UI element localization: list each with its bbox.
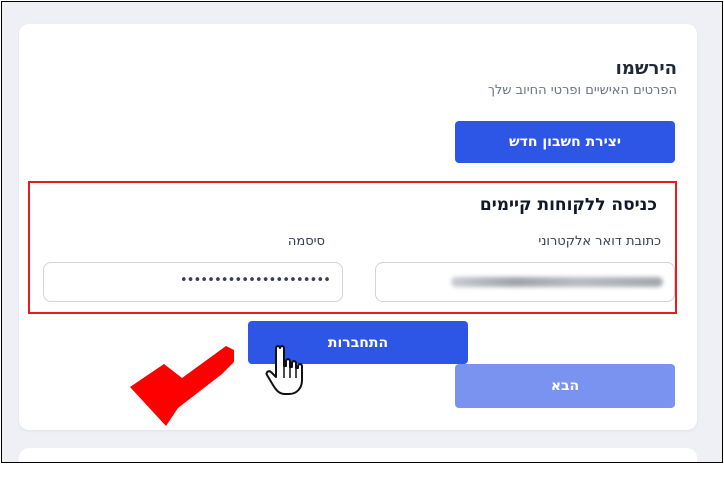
email-field[interactable] [375,262,675,302]
register-title: הירשמו [615,58,677,79]
login-title: כניסה ללקוחות קיימים [479,195,657,215]
email-label: כתובת דואר אלקטרוני [538,234,661,249]
register-subtitle: הפרטים האישיים ופרטי החיוב שלך [487,83,677,98]
next-card [19,448,697,462]
existing-customers-login-section: כניסה ללקוחות קיימים כתובת דואר אלקטרוני… [28,181,677,314]
create-account-button[interactable]: יצירת חשבון חדש [455,121,675,163]
password-field[interactable]: •••••••••••••••••••••• [43,262,343,302]
red-arrow-icon [130,346,234,426]
hand-cursor-icon [265,345,303,395]
next-button[interactable]: הבא [455,364,675,408]
blurred-email-value [451,277,663,287]
browser-viewport: הירשמו הפרטים האישיים ופרטי החיוב שלך יצ… [1,1,723,463]
password-label: סיסמה [287,234,325,249]
registration-card: הירשמו הפרטים האישיים ופרטי החיוב שלך יצ… [19,24,697,430]
password-value: •••••••••••••••••••••• [179,273,331,288]
